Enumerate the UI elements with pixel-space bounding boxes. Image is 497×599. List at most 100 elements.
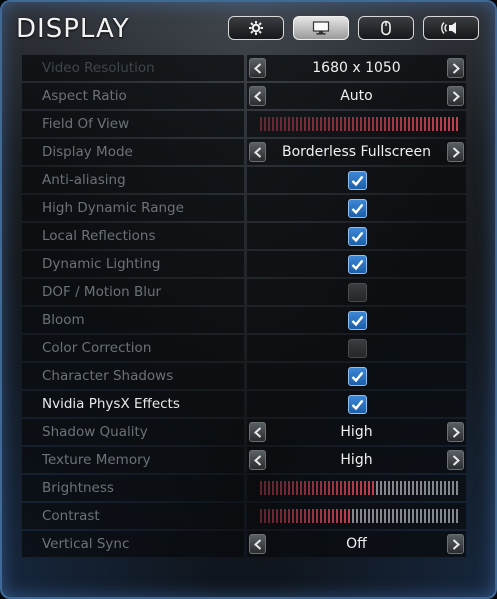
checkmark-icon (351, 399, 364, 411)
slider-tick-filled (348, 509, 350, 523)
slider-tick-empty (432, 481, 434, 495)
contrast-slider[interactable] (260, 509, 460, 523)
brightness-slider[interactable] (260, 481, 460, 495)
setting-row-high-dynamic-range: High Dynamic Range (22, 195, 466, 221)
slider-tick-filled (288, 117, 290, 131)
previous-option-button[interactable] (249, 142, 266, 162)
slider-tick-filled (436, 117, 438, 131)
slider-tick-empty (376, 481, 378, 495)
slider-tick-empty (444, 509, 446, 523)
tab-controls[interactable] (358, 16, 414, 40)
chevron-right-icon (452, 539, 460, 550)
selector-value: Borderless Fullscreen (282, 144, 431, 160)
slider-tick-filled (324, 509, 326, 523)
high-dynamic-range-checkbox[interactable] (348, 199, 367, 218)
slider-tick-filled (276, 509, 278, 523)
anti-aliasing-checkbox[interactable] (348, 171, 367, 190)
setting-label: High Dynamic Range (22, 195, 244, 221)
slider-tick-filled (304, 481, 306, 495)
previous-option-button[interactable] (249, 422, 266, 442)
nvidia-physx-effects-checkbox[interactable] (348, 395, 367, 414)
character-shadows-checkbox[interactable] (348, 367, 367, 386)
setting-label: Texture Memory (22, 447, 244, 473)
setting-row-character-shadows: Character Shadows (22, 363, 466, 389)
next-option-button[interactable] (447, 450, 464, 470)
bloom-checkbox[interactable] (348, 311, 367, 330)
slider-tick-filled (312, 509, 314, 523)
slider-tick-empty (452, 509, 454, 523)
tab-general[interactable] (228, 16, 284, 40)
slider-tick-empty (376, 509, 378, 523)
checkmark-icon (351, 203, 364, 215)
slider-tick-filled (340, 117, 342, 131)
setting-row-aspect-ratio: Aspect Ratio Auto (22, 83, 466, 109)
slider-tick-filled (344, 117, 346, 131)
slider-tick-filled (296, 481, 298, 495)
tab-display[interactable] (293, 16, 349, 40)
slider-tick-empty (368, 509, 370, 523)
color-correction-control (247, 335, 466, 361)
slider-tick-empty (352, 509, 354, 523)
field-of-view-slider[interactable] (260, 117, 460, 131)
slider-tick-filled (276, 117, 278, 131)
field-of-view-control (247, 111, 466, 137)
slider-tick-filled (368, 117, 370, 131)
slider-tick-filled (388, 117, 390, 131)
vertical-sync-selector: Off (247, 531, 466, 557)
tab-audio[interactable] (423, 16, 479, 40)
selector-value: 1680 x 1050 (312, 60, 401, 76)
slider-tick-empty (440, 481, 442, 495)
setting-row-dof-motion-blur: DOF / Motion Blur (22, 279, 466, 305)
slider-tick-filled (296, 509, 298, 523)
slider-tick-empty (436, 481, 438, 495)
checkmark-icon (351, 315, 364, 327)
speaker-icon (441, 22, 456, 34)
previous-option-button[interactable] (249, 58, 266, 78)
slider-tick-filled (280, 509, 282, 523)
slider-tick-empty (456, 509, 458, 523)
next-option-button[interactable] (447, 422, 464, 442)
slider-tick-filled (320, 117, 322, 131)
previous-option-button[interactable] (249, 450, 266, 470)
slider-tick-empty (428, 481, 430, 495)
local-reflections-checkbox[interactable] (348, 227, 367, 246)
slider-tick-filled (392, 117, 394, 131)
color-correction-checkbox[interactable] (348, 339, 367, 358)
slider-tick-empty (380, 481, 382, 495)
slider-tick-empty (380, 509, 382, 523)
previous-option-button[interactable] (249, 86, 266, 106)
slider-tick-filled (352, 117, 354, 131)
slider-tick-filled (324, 481, 326, 495)
selector-value: Off (346, 536, 367, 552)
slider-tick-filled (268, 117, 270, 131)
slider-tick-empty (432, 509, 434, 523)
slider-tick-filled (428, 117, 430, 131)
next-option-button[interactable] (447, 58, 464, 78)
texture-memory-selector: High (247, 447, 466, 473)
slider-tick-filled (372, 117, 374, 131)
slider-tick-filled (328, 117, 330, 131)
slider-tick-filled (300, 117, 302, 131)
setting-row-display-mode: Display Mode Borderless Fullscreen (22, 139, 466, 165)
slider-tick-empty (412, 481, 414, 495)
slider-tick-filled (444, 117, 446, 131)
slider-tick-filled (264, 509, 266, 523)
next-option-button[interactable] (447, 86, 464, 106)
slider-tick-filled (288, 481, 290, 495)
previous-option-button[interactable] (249, 534, 266, 554)
dynamic-lighting-checkbox[interactable] (348, 255, 367, 274)
slider-tick-empty (396, 509, 398, 523)
slider-tick-empty (440, 509, 442, 523)
selector-value: Auto (340, 88, 373, 104)
slider-tick-filled (332, 509, 334, 523)
setting-label: Anti-aliasing (22, 167, 244, 193)
setting-row-field-of-view: Field Of View (22, 111, 466, 137)
next-option-button[interactable] (447, 142, 464, 162)
setting-label: DOF / Motion Blur (22, 279, 244, 305)
character-shadows-control (247, 363, 466, 389)
slider-tick-empty (404, 481, 406, 495)
next-option-button[interactable] (447, 534, 464, 554)
dof-motion-blur-checkbox[interactable] (348, 283, 367, 302)
setting-label: Brightness (22, 475, 244, 501)
slider-tick-empty (388, 481, 390, 495)
